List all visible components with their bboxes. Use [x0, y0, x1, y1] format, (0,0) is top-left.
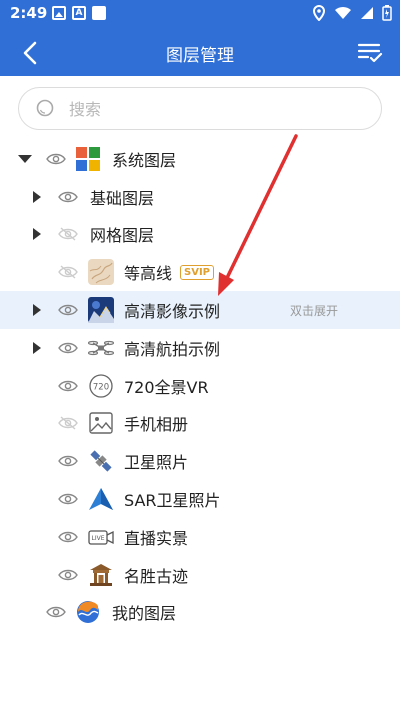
tree-row-hd-imagery-sample[interactable]: 高清影像示例 双击展开	[0, 291, 400, 329]
tree-row-phone-album[interactable]: 手机相册	[0, 405, 400, 443]
search-input[interactable]	[69, 97, 369, 121]
tree-row-label: 手机相册	[124, 415, 189, 435]
eye-hidden-icon[interactable]	[58, 265, 78, 279]
tree-row-label: 网格图层	[90, 226, 155, 246]
double-click-expand-hint: 双击展开	[289, 303, 338, 318]
svg-text:720: 720	[93, 382, 109, 392]
panorama-720-icon: 720	[89, 374, 113, 398]
temple-icon	[90, 563, 112, 586]
svg-text:LIVE: LIVE	[91, 535, 104, 542]
tree-row-historic-sites[interactable]: 名胜古迹	[0, 556, 400, 594]
tree-row-label: 卫星照片	[124, 453, 189, 473]
tree-row-label: 等高线	[124, 264, 173, 284]
tree-row-grid-layers[interactable]: 网格图层	[0, 216, 400, 254]
tree-row-label: 高清航拍示例	[124, 339, 221, 359]
photo-album-icon	[89, 412, 113, 435]
search-bar[interactable]	[18, 87, 382, 130]
wifi-icon	[335, 6, 351, 19]
battery-icon	[382, 5, 392, 21]
tree-row-base-layers[interactable]: 基础图层	[0, 178, 400, 216]
page-title: 图层管理	[166, 46, 234, 66]
expand-arrow-right-icon[interactable]	[33, 190, 41, 203]
contour-map-thumbnail-icon	[88, 259, 114, 286]
tree-row-label: SAR卫星照片	[124, 491, 221, 511]
eye-icon[interactable]	[58, 568, 78, 582]
tree-row-label: 我的图层	[112, 604, 177, 624]
tree-row-system-layers[interactable]: 系统图层	[0, 140, 400, 178]
layer-tree: 系统图层 基础图层 网格图层 等高线 SVIP 高清影像示例 双击展开 高清航拍…	[0, 140, 400, 631]
tree-row-label: 720全景VR	[124, 377, 209, 397]
location-icon	[312, 5, 326, 21]
layers-grid-icon	[76, 146, 100, 171]
eye-icon[interactable]	[58, 379, 78, 393]
tree-row-live-view[interactable]: LIVE 直播实景	[0, 518, 400, 556]
tree-row-contour[interactable]: 等高线 SVIP	[0, 253, 400, 291]
my-layers-logo-icon	[77, 601, 99, 624]
eye-icon[interactable]	[58, 454, 78, 468]
satellite-icon	[90, 450, 112, 472]
search-icon	[36, 99, 54, 117]
tree-row-label: 直播实景	[124, 528, 189, 548]
eye-icon[interactable]	[58, 341, 78, 355]
manage-list-button[interactable]	[356, 38, 384, 66]
eye-icon[interactable]	[58, 492, 78, 506]
tree-row-sar-satellite-photos[interactable]: SAR卫星照片	[0, 480, 400, 518]
eye-icon[interactable]	[58, 303, 78, 317]
satellite-imagery-thumbnail-icon	[88, 297, 114, 324]
tree-row-satellite-photos[interactable]: 卫星照片	[0, 442, 400, 480]
eye-icon[interactable]	[58, 530, 78, 544]
tree-row-label: 高清影像示例	[124, 302, 221, 322]
expand-arrow-right-icon[interactable]	[33, 341, 41, 354]
tree-row-label: 名胜古迹	[124, 566, 189, 586]
live-camera-icon: LIVE	[88, 530, 114, 545]
tree-row-my-layers[interactable]: 我的图层	[0, 594, 400, 632]
expand-arrow-right-icon[interactable]	[33, 228, 41, 241]
image-notification-icon	[52, 6, 66, 20]
a-notification-icon: A	[72, 6, 86, 20]
square-notification-icon	[92, 6, 106, 20]
eye-icon[interactable]	[46, 152, 66, 166]
status-bar: 2:49 A	[0, 0, 400, 28]
status-system-icons	[312, 5, 392, 21]
drone-icon	[88, 340, 114, 355]
status-time: 2:49	[10, 4, 48, 22]
signal-icon	[361, 7, 373, 19]
svip-badge: SVIP	[180, 264, 214, 280]
tree-row-label: 基础图层	[90, 188, 155, 208]
sar-triangle-icon	[89, 488, 113, 511]
tree-row-label: 系统图层	[112, 150, 177, 170]
expand-arrow-right-icon[interactable]	[33, 304, 41, 317]
expand-arrow-down-icon[interactable]	[18, 154, 32, 163]
tree-row-hd-aerial-sample[interactable]: 高清航拍示例	[0, 329, 400, 367]
eye-icon[interactable]	[58, 190, 78, 204]
eye-hidden-icon[interactable]	[58, 416, 78, 431]
status-notification-icons: A	[52, 6, 106, 20]
eye-hidden-icon[interactable]	[58, 227, 78, 242]
eye-icon[interactable]	[46, 605, 66, 619]
app-bar: 图层管理	[0, 28, 400, 76]
tree-row-720-vr[interactable]: 720 720全景VR	[0, 367, 400, 405]
checklist-icon	[357, 43, 383, 63]
